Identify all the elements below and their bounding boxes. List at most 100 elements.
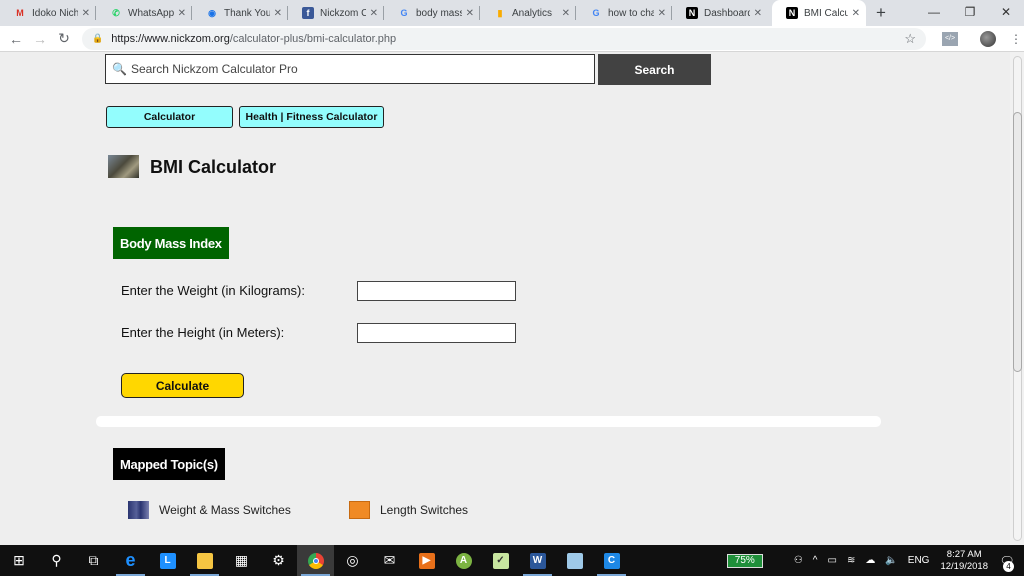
minimize-button[interactable]: — [916, 0, 952, 24]
vertical-scrollbar[interactable] [1010, 52, 1024, 545]
battery-indicator[interactable]: 75% [726, 553, 763, 568]
browser-tab[interactable]: f Nickzom Ca ✕ [288, 0, 384, 26]
height-label: Enter the Height (in Meters): [121, 325, 285, 340]
show-hidden-icons[interactable]: ^ [813, 555, 818, 566]
weight-input[interactable] [357, 281, 516, 301]
facebook-icon: f [302, 7, 314, 19]
tab-close-icon[interactable]: ✕ [178, 8, 186, 19]
tab-title: Thank You f [224, 7, 270, 19]
wifi-icon[interactable]: ≋ [847, 555, 855, 566]
windows-start-icon[interactable]: ⊞ [0, 545, 38, 576]
browser-tab[interactable]: N Dashboard ✕ [672, 0, 768, 26]
language-indicator[interactable]: ENG [908, 555, 930, 566]
breadcrumb-health-fitness[interactable]: Health | Fitness Calculator [239, 106, 384, 128]
tab-close-icon[interactable]: ✕ [852, 8, 860, 19]
tab-title: Analytics [512, 7, 553, 19]
extension-icon[interactable]: </> [942, 31, 958, 46]
address-bar[interactable]: 🔒 https://www.nickzom.org/calculator-plu… [82, 27, 926, 50]
notes-icon[interactable] [556, 545, 593, 576]
onedrive-icon[interactable]: ☁ [865, 555, 875, 566]
tab-title: Nickzom Ca [320, 7, 366, 19]
browser-tab[interactable]: ◉ Thank You f ✕ [192, 0, 288, 26]
browser-tab[interactable]: N BMI Calcula ✕ [772, 0, 866, 26]
section-header: Body Mass Index [113, 227, 229, 259]
tab-close-icon[interactable]: ✕ [562, 8, 570, 19]
close-window-button[interactable]: ✕ [988, 0, 1024, 24]
topic-label: Length Switches [380, 503, 469, 517]
topic-label: Weight & Mass Switches [159, 503, 291, 517]
page-content: 🔍 Search Nickzom Calculator Pro Search C… [0, 52, 1024, 545]
weight-label: Enter the Weight (in Kilograms): [121, 283, 305, 298]
browser-tab[interactable]: ✆ WhatsApp ✕ [96, 0, 192, 26]
settings-icon[interactable]: ⚙ [260, 545, 297, 576]
calculator-icon[interactable]: ▦ [223, 545, 260, 576]
window-controls: — ❐ ✕ [916, 0, 1024, 24]
edge-icon[interactable]: e [112, 545, 149, 576]
analytics-icon: ▮ [497, 7, 503, 18]
restore-button[interactable]: ❐ [952, 0, 988, 24]
topic-length-switches[interactable]: Length Switches [349, 501, 468, 519]
whatsapp-icon: ✆ [112, 7, 120, 18]
url-path: /calculator-plus/bmi-calculator.php [229, 32, 397, 45]
back-icon[interactable]: ← [4, 31, 28, 47]
bmi-thumbnail-icon [108, 155, 139, 178]
task-view-icon[interactable]: ⧉ [75, 545, 112, 576]
windows-taskbar: ⊞ ⚲ ⧉ e L ▦ ⚙ ◎ ✉ ▶ A ✓ W C 75% ⚇ ^ ▭ ≋ … [0, 545, 1024, 576]
action-center-icon[interactable]: 🗨4 [996, 551, 1018, 572]
breadcrumb-calculator[interactable]: Calculator [106, 106, 233, 128]
battery-icon[interactable]: ▭ [827, 555, 836, 566]
browser-tab[interactable]: Gbody mass ✕ [384, 0, 480, 26]
browser-tab[interactable]: M Idoko Nicho ✕ [0, 0, 96, 26]
forward-icon[interactable]: → [28, 31, 52, 47]
tab-close-icon[interactable]: ✕ [658, 8, 666, 19]
tab-strip: M Idoko Nicho ✕ ✆ WhatsApp ✕ ◉ Thank You f ✕ f Nic… [0, 0, 1024, 26]
google-icon: G [400, 8, 408, 18]
mail-icon[interactable]: ✉ [371, 545, 408, 576]
search-button[interactable]: Search [598, 54, 711, 85]
clock-date: 12/19/2018 [940, 560, 988, 572]
height-input[interactable] [357, 323, 516, 343]
tab-close-icon[interactable]: ✕ [754, 8, 762, 19]
browser-tab[interactable]: ▮ Analytics ✕ [480, 0, 576, 26]
file-explorer-icon[interactable] [186, 545, 223, 576]
app-l-icon[interactable]: L [149, 545, 186, 576]
vpn-icon[interactable]: C [593, 545, 630, 576]
clock[interactable]: 8:27 AM 12/19/2018 [940, 549, 988, 573]
search-icon[interactable]: ⚲ [38, 545, 75, 576]
divider [96, 416, 881, 427]
project-icon[interactable]: ✓ [482, 545, 519, 576]
scrollbar-thumb[interactable] [1013, 112, 1022, 372]
word-icon[interactable]: W [519, 545, 556, 576]
menu-icon[interactable]: ⋮ [1010, 32, 1022, 46]
groove-icon[interactable]: ◎ [334, 545, 371, 576]
tab-close-icon[interactable]: ✕ [82, 8, 90, 19]
tab-close-icon[interactable]: ✕ [370, 8, 378, 19]
lock-icon: 🔒 [92, 33, 104, 43]
tab-title: WhatsApp [128, 7, 174, 19]
nickzom-icon: N [786, 7, 798, 19]
people-icon[interactable]: ⚇ [794, 555, 803, 566]
shield-icon: ◉ [208, 7, 216, 18]
reload-icon[interactable]: ↻ [52, 30, 76, 47]
search-input[interactable]: 🔍 Search Nickzom Calculator Pro [105, 54, 595, 84]
browser-tab[interactable]: Ghow to cha ✕ [576, 0, 672, 26]
volume-icon[interactable]: 🔈 [885, 555, 897, 566]
chrome-icon[interactable] [297, 545, 334, 576]
tab-title: how to cha [608, 7, 654, 19]
toolbar: ← → ↻ 🔒 https://www.nickzom.org/calculat… [0, 26, 1024, 52]
bookmark-star-icon[interactable]: ☆ [904, 31, 916, 47]
tab-close-icon[interactable]: ✕ [466, 8, 474, 19]
tab-title: Dashboard [704, 7, 750, 19]
new-tab-button[interactable]: + [866, 0, 896, 26]
android-studio-icon[interactable]: A [445, 545, 482, 576]
topic-weight-mass-switches[interactable]: Weight & Mass Switches [128, 501, 291, 519]
media-player-icon[interactable]: ▶ [408, 545, 445, 576]
calculate-button[interactable]: Calculate [121, 373, 244, 398]
nickzom-icon: N [686, 7, 698, 19]
tab-title: Idoko Nicho [32, 7, 78, 19]
mapped-topics-header: Mapped Topic(s) [113, 448, 225, 480]
url-host: https://www.nickzom.org [111, 32, 230, 45]
tab-close-icon[interactable]: ✕ [274, 8, 282, 19]
tab-title: BMI Calcula [804, 7, 848, 19]
profile-avatar[interactable] [980, 30, 996, 47]
